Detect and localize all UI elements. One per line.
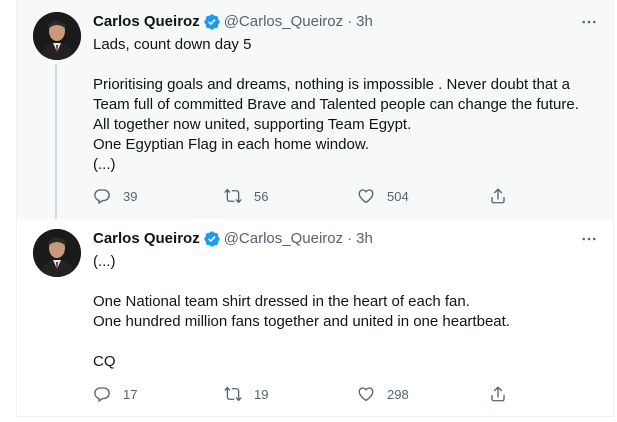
tweet-line: Lads, count down day 5: [93, 36, 252, 53]
retweet-button[interactable]: 19: [224, 385, 268, 403]
tweet-actions: 17 19 298: [93, 382, 533, 406]
retweet-icon: [224, 187, 242, 205]
tweet-text: (...) One National team shirt dressed in…: [93, 252, 603, 372]
verified-badge-icon: [203, 230, 221, 248]
author-handle[interactable]: @Carlos_Queiroz: [224, 12, 343, 32]
separator-dot: ·: [347, 230, 353, 247]
author-name[interactable]: Carlos Queiroz: [93, 229, 200, 249]
like-count: 504: [387, 188, 409, 204]
tweet-line: All together now united, supporting Team…: [93, 116, 412, 133]
reply-button[interactable]: 39: [93, 187, 137, 205]
timestamp[interactable]: 3h: [356, 229, 373, 249]
tweet-2[interactable]: Carlos Queiroz @Carlos_Queiroz · 3h (...…: [16, 219, 614, 417]
heart-icon: [357, 187, 375, 205]
tweet-line: CQ: [93, 353, 116, 370]
reply-count: 39: [123, 188, 138, 204]
tweet-line: One hundred million fans together and un…: [93, 313, 510, 330]
reply-button[interactable]: 17: [93, 385, 137, 403]
like-button[interactable]: 298: [357, 385, 409, 403]
reply-count: 17: [123, 386, 138, 402]
share-icon: [489, 187, 507, 205]
avatar[interactable]: [33, 12, 81, 60]
tweet-line: Team full of committed Brave and Talente…: [93, 96, 579, 113]
verified-badge-icon: [203, 13, 221, 31]
tweet-line: (...): [93, 253, 116, 270]
tweet-1[interactable]: Carlos Queiroz @Carlos_Queiroz · 3h Lads…: [16, 0, 614, 219]
like-button[interactable]: 504: [357, 187, 409, 205]
more-horizontal-icon[interactable]: [577, 227, 601, 251]
like-count: 298: [387, 386, 409, 402]
tweet-header: Carlos Queiroz @Carlos_Queiroz · 3h: [93, 229, 373, 249]
tweet-header: Carlos Queiroz @Carlos_Queiroz · 3h: [93, 12, 373, 32]
tweet-text: Lads, count down day 5 Prioritising goal…: [93, 35, 603, 175]
tweet-line: One National team shirt dressed in the h…: [93, 293, 470, 310]
tweet-thread: Carlos Queiroz @Carlos_Queiroz · 3h Lads…: [0, 0, 617, 422]
author-name[interactable]: Carlos Queiroz: [93, 12, 200, 32]
tweet-actions: 39 56 504: [93, 184, 533, 208]
avatar[interactable]: [33, 229, 81, 277]
separator-dot: ·: [347, 13, 353, 30]
reply-icon: [93, 385, 111, 403]
thread-connector-line: [55, 64, 57, 219]
tweet-line: One Egyptian Flag in each home window.: [93, 136, 369, 153]
tweet-line: (...): [93, 156, 116, 173]
heart-icon: [357, 385, 375, 403]
author-handle[interactable]: @Carlos_Queiroz: [224, 229, 343, 249]
share-button[interactable]: [489, 385, 507, 403]
share-button[interactable]: [489, 187, 507, 205]
retweet-icon: [224, 385, 242, 403]
share-icon: [489, 385, 507, 403]
tweet-line: Prioritising goals and dreams, nothing i…: [93, 76, 570, 93]
retweet-button[interactable]: 56: [224, 187, 268, 205]
retweet-count: 19: [254, 386, 269, 402]
more-horizontal-icon[interactable]: [577, 10, 601, 34]
retweet-count: 56: [254, 188, 269, 204]
timestamp[interactable]: 3h: [356, 12, 373, 32]
reply-icon: [93, 187, 111, 205]
